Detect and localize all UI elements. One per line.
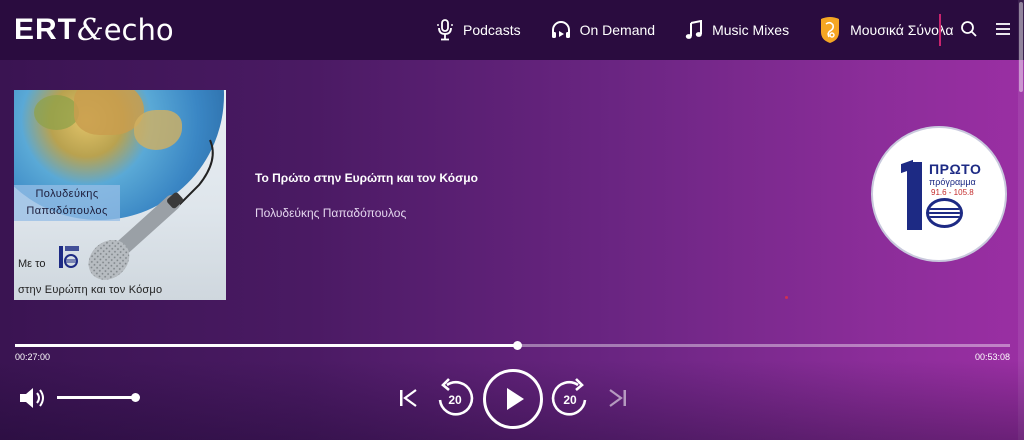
nav-music-mixes-label: Music Mixes	[712, 22, 790, 38]
station-logo-zero	[926, 198, 963, 228]
volume-icon[interactable]	[18, 386, 48, 410]
logo-echo: &echo	[77, 12, 174, 48]
cover-me-to: Με το	[18, 258, 46, 270]
music-note-icon	[685, 20, 703, 39]
station-logo-one	[907, 162, 922, 230]
rewind-seconds: 20	[448, 393, 462, 407]
top-nav-bar: ERT &echo Podcasts On Demand Music Mixes…	[0, 0, 1024, 60]
hamburger-menu-icon[interactable]	[995, 21, 1011, 37]
nav-podcasts[interactable]: Podcasts	[436, 0, 521, 60]
time-total: 00:53:08	[974, 352, 1010, 362]
search-icon[interactable]	[960, 20, 978, 38]
cover-subtitle: στην Ευρώπη και τον Κόσμο	[18, 284, 163, 296]
main-nav: Podcasts On Demand Music Mixes Μουσικά Σ…	[436, 0, 953, 60]
play-button[interactable]	[482, 368, 544, 430]
proto-mini-logo-icon	[59, 246, 79, 268]
playback-progress-fill	[15, 344, 518, 347]
next-track-button[interactable]	[607, 387, 629, 409]
volume-slider[interactable]	[57, 393, 141, 402]
playback-progress-bar[interactable]	[15, 341, 1010, 350]
station-logo[interactable]: ΠΡΩΤΟ πρόγραμμα 91.6 - 105.8	[871, 126, 1007, 262]
scrollbar-thumb[interactable]	[1019, 2, 1023, 92]
rewind-button[interactable]: 20	[435, 376, 475, 420]
volume-fill	[57, 396, 136, 399]
ensembles-badge-icon	[821, 17, 840, 43]
nav-on-demand-label: On Demand	[579, 22, 656, 38]
nav-ensembles[interactable]: Μουσικά Σύνολα	[819, 0, 953, 60]
nav-on-demand[interactable]: On Demand	[551, 0, 655, 60]
nav-divider	[939, 14, 941, 46]
playback-scrubber-handle[interactable]	[513, 341, 523, 350]
headphones-icon	[551, 21, 570, 38]
nav-podcasts-label: Podcasts	[463, 22, 521, 38]
cover-host-name: Πολυδεύκης Παπαδόπουλος	[14, 185, 120, 221]
station-name: ΠΡΩΤΟ	[929, 161, 982, 177]
nav-ensembles-label: Μουσικά Σύνολα	[850, 22, 954, 38]
podcast-mic-icon	[437, 19, 453, 41]
time-elapsed: 00:27:00	[15, 352, 51, 362]
nav-music-mixes[interactable]: Music Mixes	[685, 0, 789, 60]
episode-cover-art: Πολυδεύκης Παπαδόπουλος Με το στην Ευρώπ…	[14, 90, 226, 300]
logo-ert: ERT	[14, 13, 77, 46]
episode-author[interactable]: Πολυδεύκης Παπαδόπουλος	[255, 206, 406, 220]
episode-title: Το Πρώτο στην Ευρώπη και τον Κόσμο	[255, 171, 478, 185]
previous-track-button[interactable]	[397, 387, 419, 409]
forward-button[interactable]: 20	[550, 376, 590, 420]
ert-echo-logo[interactable]: ERT &echo	[14, 12, 174, 48]
station-frequency: 91.6 - 105.8	[931, 188, 974, 197]
station-program: πρόγραμμα	[929, 177, 976, 187]
forward-seconds: 20	[563, 393, 577, 407]
decorative-dot	[785, 296, 788, 299]
